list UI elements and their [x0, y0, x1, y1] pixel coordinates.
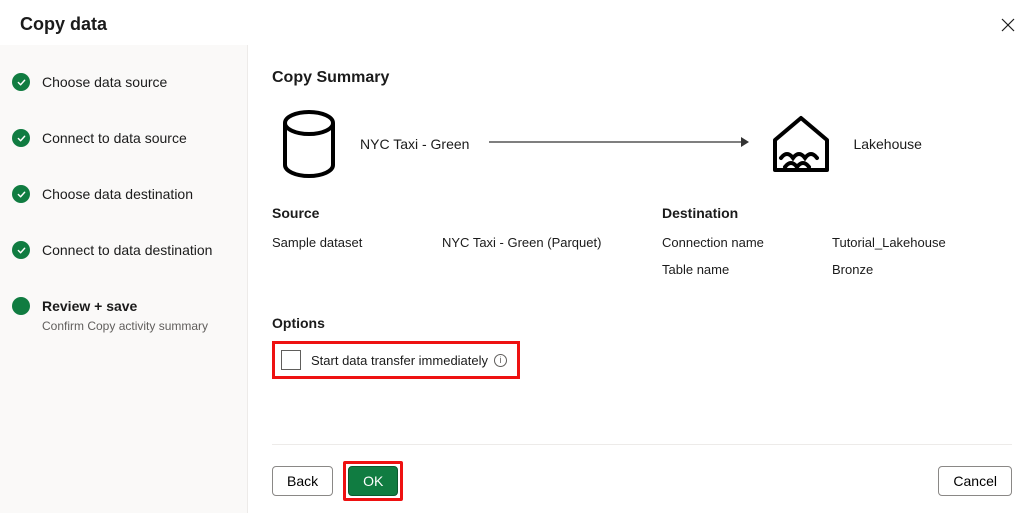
step-label: Review + save [42, 297, 208, 315]
step-label: Choose data source [42, 73, 167, 91]
close-button[interactable] [1000, 17, 1016, 33]
kv-row: Table nameBronze [662, 262, 1012, 277]
destination-column: Destination Connection nameTutorial_Lake… [662, 205, 1012, 289]
check-circle-icon [12, 241, 30, 259]
check-circle-icon [12, 185, 30, 203]
check-circle-icon [12, 73, 30, 91]
dialog-header: Copy data [0, 0, 1036, 45]
arrow-right-icon [489, 135, 749, 153]
option-start-transfer[interactable]: Start data transfer immediately i [272, 341, 520, 379]
kv-row: Connection nameTutorial_Lakehouse [662, 235, 1012, 250]
step-subtitle: Confirm Copy activity summary [42, 319, 208, 333]
diagram-dest-label: Lakehouse [853, 136, 922, 152]
summary-diagram: NYC Taxi - Green Lakehouse [272, 109, 1012, 179]
step-label: Choose data destination [42, 185, 193, 203]
info-icon[interactable]: i [494, 354, 507, 367]
ok-button[interactable]: OK [348, 466, 398, 496]
kv-key: Connection name [662, 235, 832, 250]
cancel-button[interactable]: Cancel [938, 466, 1012, 496]
diagram-source-label: NYC Taxi - Green [360, 136, 469, 152]
summary-title: Copy Summary [272, 69, 1012, 87]
options-heading: Options [272, 315, 1012, 331]
option-start-label: Start data transfer immediately [311, 353, 488, 368]
wizard-step[interactable]: Connect to data destination [12, 237, 235, 293]
check-circle-icon [12, 129, 30, 147]
step-current-icon [12, 297, 30, 315]
lakehouse-icon [769, 114, 833, 174]
kv-key: Table name [662, 262, 832, 277]
kv-key: Sample dataset [272, 235, 442, 250]
kv-row: Sample datasetNYC Taxi - Green (Parquet) [272, 235, 622, 250]
close-icon [1001, 18, 1015, 32]
checkbox-icon [281, 350, 301, 370]
wizard-sidebar: Choose data source Connect to data source… [0, 45, 248, 513]
source-column: Source Sample datasetNYC Taxi - Green (P… [272, 205, 622, 289]
dialog-footer: Back OK Cancel [272, 444, 1012, 501]
database-icon [278, 109, 340, 179]
wizard-step[interactable]: Connect to data source [12, 125, 235, 181]
step-label: Connect to data source [42, 129, 187, 147]
back-button[interactable]: Back [272, 466, 333, 496]
wizard-step[interactable]: Choose data source [12, 69, 235, 125]
source-heading: Source [272, 205, 622, 221]
kv-value: Tutorial_Lakehouse [832, 235, 946, 250]
wizard-step[interactable]: Review + save Confirm Copy activity summa… [12, 293, 235, 339]
kv-value: Bronze [832, 262, 873, 277]
dialog-title: Copy data [20, 14, 107, 35]
wizard-step[interactable]: Choose data destination [12, 181, 235, 237]
kv-value: NYC Taxi - Green (Parquet) [442, 235, 601, 250]
step-label: Connect to data destination [42, 241, 212, 259]
destination-heading: Destination [662, 205, 1012, 221]
